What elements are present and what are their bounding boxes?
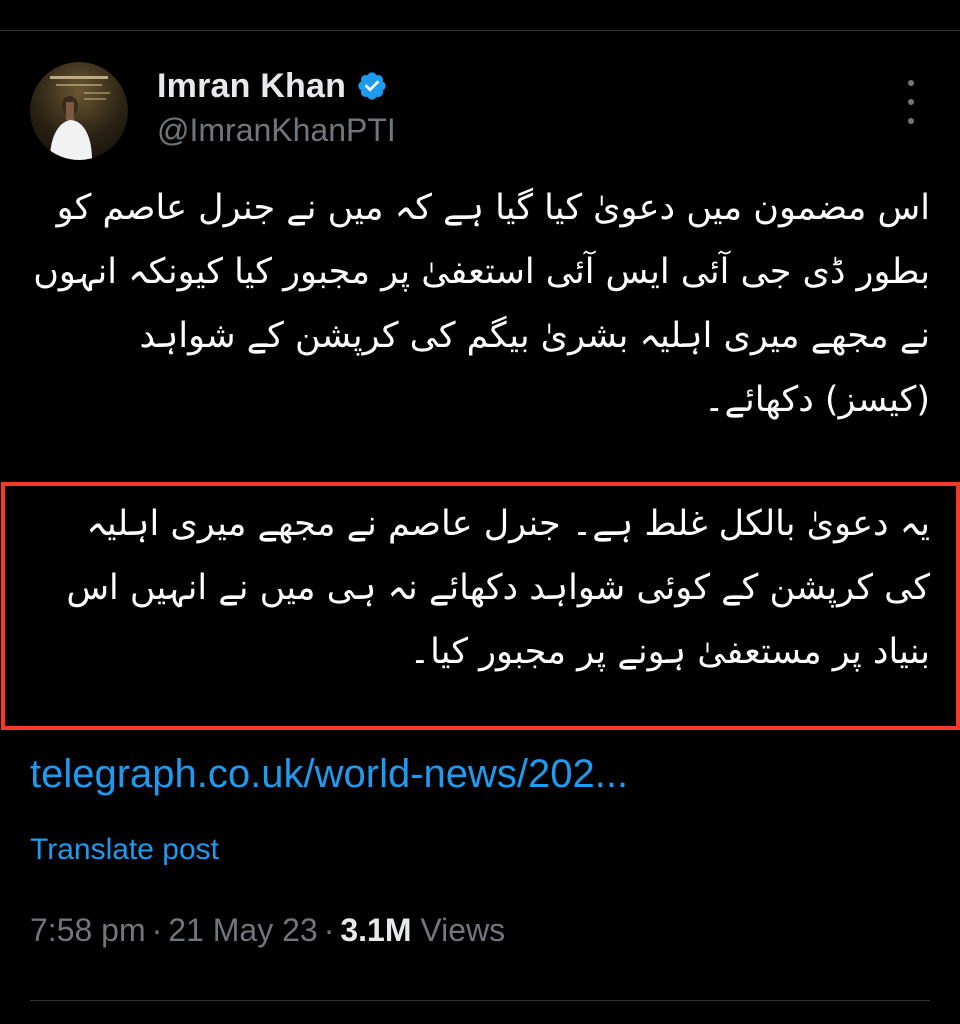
avatar[interactable] — [30, 62, 128, 160]
more-options-icon-dot — [908, 118, 914, 124]
more-options-button[interactable] — [896, 80, 926, 124]
article-link[interactable]: telegraph.co.uk/world-news/202... — [30, 752, 628, 797]
author-handle[interactable]: @ImranKhanPTI — [157, 112, 396, 149]
meta-separator: · — [151, 912, 163, 948]
tweet-text-paragraph-1: اس مضمون میں دعویٰ کیا گیا ہے کہ میں نے … — [33, 188, 930, 420]
more-options-icon-dot — [908, 80, 914, 86]
author-name-row: Imran Khan — [157, 64, 388, 108]
meta-separator: · — [323, 912, 335, 948]
translate-post-button[interactable]: Translate post — [30, 833, 219, 867]
tweet-meta: 7:58 pm · 21 May 23 · 3.1M Views — [30, 912, 505, 949]
author-name[interactable]: Imran Khan — [157, 67, 346, 106]
verified-badge-icon — [356, 70, 388, 102]
more-options-icon-dot — [908, 99, 914, 105]
post-time[interactable]: 7:58 pm — [30, 912, 146, 948]
profile-photo-icon — [50, 76, 110, 160]
views-count: 3.1M — [340, 912, 412, 948]
tweet-text-paragraph-2: یہ دعویٰ بالکل غلط ہے۔ جنرل عاصم نے مجھے… — [66, 504, 930, 672]
views-label: Views — [420, 912, 506, 948]
post-date[interactable]: 21 May 23 — [168, 912, 317, 948]
bottom-divider — [30, 1000, 930, 1001]
top-divider — [0, 30, 960, 31]
